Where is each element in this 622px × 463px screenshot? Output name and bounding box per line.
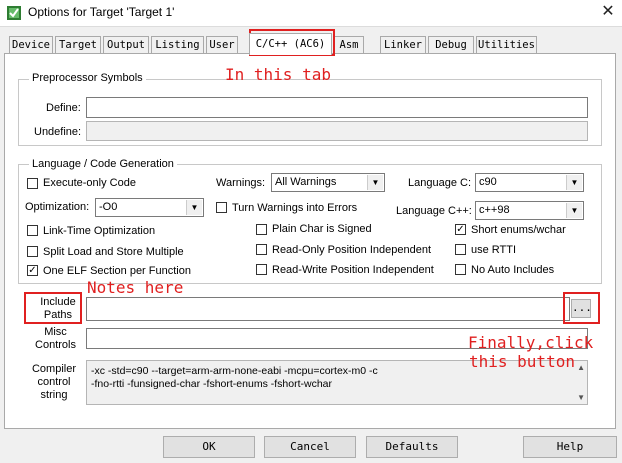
short-enums-checkbox[interactable]: ✓ <box>455 224 466 235</box>
undefine-input[interactable] <box>86 121 588 141</box>
tab-asm[interactable]: Asm <box>334 36 364 53</box>
chevron-down-icon: ▼ <box>367 175 383 190</box>
language-cpp-value: c++98 <box>479 204 510 216</box>
tab-target[interactable]: Target <box>55 36 101 53</box>
ok-button[interactable]: OK <box>163 436 255 458</box>
plain-char-checkbox[interactable] <box>256 224 267 235</box>
execute-only-label: Execute-only Code <box>43 177 136 189</box>
misc-controls-label: Misc Controls <box>33 326 78 352</box>
warnings-value: All Warnings <box>275 176 337 188</box>
define-label: Define: <box>46 102 81 114</box>
no-auto-includes-label: No Auto Includes <box>471 264 555 276</box>
warnings-label: Warnings: <box>216 177 266 189</box>
ropi-label: Read-Only Position Independent <box>272 244 431 256</box>
turn-warnings-label: Turn Warnings into Errors <box>232 202 358 214</box>
compiler-string-line2: -fno-rtti -funsigned-char -fshort-enums … <box>91 378 332 390</box>
tab-device[interactable]: Device <box>9 36 53 53</box>
chevron-down-icon: ▼ <box>566 203 582 218</box>
optimization-label: Optimization: <box>25 201 90 213</box>
tab-user[interactable]: User <box>206 36 238 53</box>
compiler-string-label-line1: Compiler <box>31 363 76 375</box>
define-input[interactable] <box>86 97 588 118</box>
one-elf-label: One ELF Section per Function <box>43 265 191 277</box>
close-icon[interactable]: ✕ <box>598 2 618 22</box>
no-auto-includes-checkbox[interactable] <box>455 264 466 275</box>
cancel-button[interactable]: Cancel <box>264 436 356 458</box>
rwpi-checkbox[interactable] <box>256 264 267 275</box>
warnings-select[interactable]: All Warnings ▼ <box>271 173 385 192</box>
tab-utilities[interactable]: Utilities <box>476 36 537 53</box>
compiler-string-label: Compiler control string <box>30 363 78 402</box>
compiler-string-label-line2: control <box>37 376 71 388</box>
help-button[interactable]: Help <box>523 436 617 458</box>
browse-button-highlight-box <box>563 292 600 324</box>
tab-annotation-text: In this tab <box>225 65 331 84</box>
short-enums-label: Short enums/wchar <box>471 224 566 236</box>
tab-output[interactable]: Output <box>103 36 149 53</box>
plain-char-label: Plain Char is Signed <box>272 223 372 235</box>
language-cpp-label: Language C++: <box>396 205 472 217</box>
language-c-label: Language C: <box>408 177 471 189</box>
title-bar: Options for Target 'Target 1' ✕ <box>0 0 622 27</box>
include-paths-input[interactable] <box>86 297 570 321</box>
split-load-label: Split Load and Store Multiple <box>43 246 184 258</box>
notes-annotation-text: Notes here <box>87 278 184 297</box>
use-rtti-label: use RTTI <box>471 244 517 256</box>
one-elf-checkbox[interactable]: ✓ <box>27 265 38 276</box>
optimization-select[interactable]: -O0 ▼ <box>95 198 204 217</box>
execute-only-checkbox[interactable] <box>27 178 38 189</box>
defaults-button[interactable]: Defaults <box>366 436 458 458</box>
tab-listing[interactable]: Listing <box>151 36 204 53</box>
ropi-checkbox[interactable] <box>256 244 267 255</box>
use-rtti-checkbox[interactable] <box>455 244 466 255</box>
link-time-checkbox[interactable] <box>27 225 38 236</box>
rwpi-label: Read-Write Position Independent <box>272 264 434 276</box>
language-title: Language / Code Generation <box>29 158 177 170</box>
turn-warnings-checkbox[interactable] <box>216 202 227 213</box>
language-c-value: c90 <box>479 176 497 188</box>
include-paths-highlight-box <box>24 292 82 324</box>
compiler-string-label-line3: string <box>40 389 68 401</box>
scroll-up-icon[interactable]: ▲ <box>577 363 585 372</box>
keil-app-icon <box>7 6 21 20</box>
chevron-down-icon: ▼ <box>566 175 582 190</box>
preprocessor-title: Preprocessor Symbols <box>29 72 146 84</box>
compiler-string-line1: -xc -std=c90 --target=arm-arm-none-eabi … <box>91 365 378 377</box>
link-time-label: Link-Time Optimization <box>43 225 156 237</box>
button-annotation-line2: this button <box>469 352 575 371</box>
misc-controls-label-line2: Controls <box>35 339 76 351</box>
split-load-checkbox[interactable] <box>27 246 38 257</box>
tab-c-cpp-ac6[interactable]: C/C++ (AC6) <box>249 33 332 55</box>
language-cpp-select[interactable]: c++98 ▼ <box>475 201 584 220</box>
optimization-value: -O0 <box>99 201 118 213</box>
undefine-label: Undefine: <box>34 126 82 138</box>
tab-debug[interactable]: Debug <box>428 36 474 53</box>
language-c-select[interactable]: c90 ▼ <box>475 173 584 192</box>
chevron-down-icon: ▼ <box>186 200 202 215</box>
misc-controls-label-line1: Misc <box>44 326 67 338</box>
tab-linker[interactable]: Linker <box>380 36 426 53</box>
scroll-down-icon[interactable]: ▼ <box>577 393 585 402</box>
button-annotation-line1: Finally,click <box>468 333 594 352</box>
window-title: Options for Target 'Target 1' <box>28 5 175 19</box>
